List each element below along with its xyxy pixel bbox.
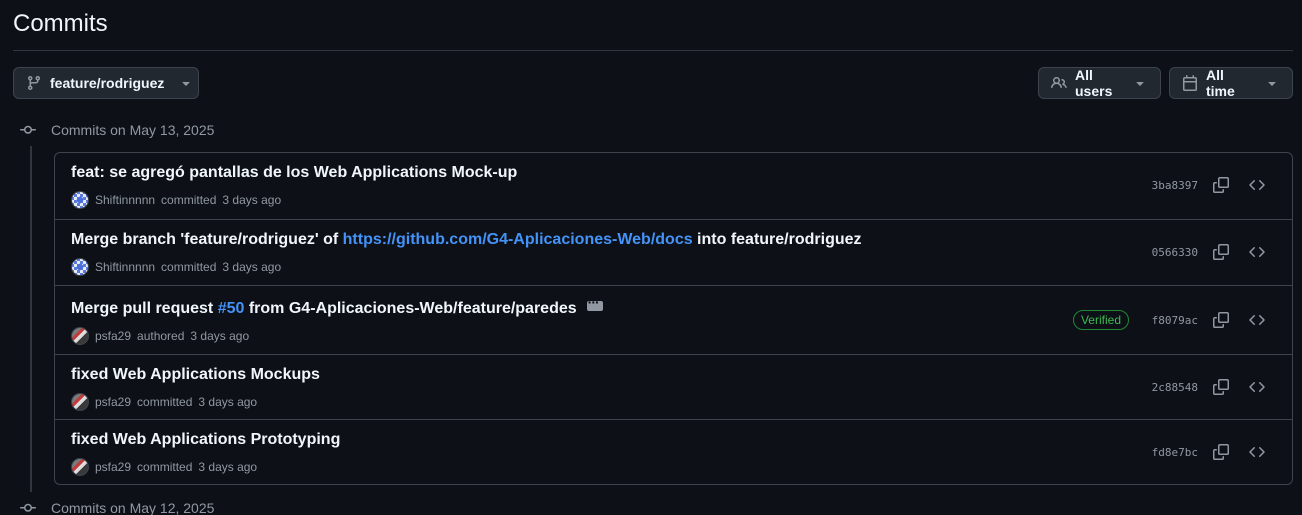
copy-icon bbox=[1213, 379, 1229, 395]
commit-group-header: Commits on May 13, 2025 bbox=[20, 120, 214, 140]
copy-icon bbox=[1213, 312, 1229, 328]
commit-meta: Shiftinnnnn committed 3 days ago bbox=[71, 258, 281, 276]
commit-author[interactable]: Shiftinnnnn bbox=[95, 193, 155, 207]
commit-title-prefix: Merge branch 'feature/rodriguez' of bbox=[71, 231, 343, 248]
browse-repo-button[interactable] bbox=[1245, 240, 1269, 264]
commit-sha[interactable]: fd8e7bc bbox=[1152, 446, 1198, 459]
commit-meta: Shiftinnnnn committed 3 days ago bbox=[71, 191, 281, 209]
copy-icon bbox=[1213, 444, 1229, 460]
commit-title-suffix: into feature/rodriguez bbox=[692, 231, 862, 248]
commit-author[interactable]: psfa29 bbox=[95, 460, 131, 474]
avatar[interactable] bbox=[71, 191, 89, 209]
commit-sha[interactable]: 3ba8397 bbox=[1152, 179, 1198, 192]
commit-author[interactable]: psfa29 bbox=[95, 329, 131, 343]
commit-time: 3 days ago bbox=[222, 193, 282, 207]
browse-repo-button[interactable] bbox=[1245, 375, 1269, 399]
commit-title[interactable]: Merge pull request #50 from G4-Aplicacio… bbox=[71, 294, 603, 318]
commit-author[interactable]: psfa29 bbox=[95, 395, 131, 409]
commit-time: 3 days ago bbox=[190, 329, 250, 343]
commit-sha[interactable]: 2c88548 bbox=[1152, 381, 1198, 394]
title-divider bbox=[13, 50, 1293, 51]
copy-icon bbox=[1213, 244, 1229, 260]
browse-repo-button[interactable] bbox=[1245, 308, 1269, 332]
commit-row[interactable]: Merge branch 'feature/rodriguez' of http… bbox=[55, 219, 1292, 285]
copy-sha-button[interactable] bbox=[1209, 173, 1233, 197]
timeline-line bbox=[30, 146, 32, 492]
commit-title[interactable]: fixed Web Applications Prototyping bbox=[71, 431, 340, 449]
git-branch-icon bbox=[27, 76, 40, 91]
code-icon bbox=[1249, 314, 1265, 326]
verified-badge[interactable]: Verified bbox=[1072, 310, 1129, 330]
commit-group-header: Commits on May 12, 2025 bbox=[20, 498, 214, 515]
commit-row[interactable]: fixed Web Applications Prototyping psfa2… bbox=[55, 419, 1292, 484]
branch-selector-label: feature/rodriguez bbox=[50, 75, 165, 91]
commit-sha[interactable]: f8079ac bbox=[1152, 314, 1198, 327]
commit-time: 3 days ago bbox=[198, 460, 258, 474]
triangle-down-icon bbox=[1268, 82, 1276, 86]
commit-meta: psfa29 committed 3 days ago bbox=[71, 393, 257, 411]
commit-title-link[interactable]: #50 bbox=[218, 300, 245, 318]
expand-message-button[interactable] bbox=[586, 294, 603, 311]
commit-action: committed bbox=[137, 395, 193, 409]
copy-sha-button[interactable] bbox=[1209, 375, 1233, 399]
copy-sha-button[interactable] bbox=[1209, 308, 1233, 332]
triangle-down-icon bbox=[182, 82, 191, 86]
time-filter-button[interactable]: All time bbox=[1169, 67, 1293, 99]
page-title: Commits bbox=[13, 10, 108, 37]
commit-title[interactable]: fixed Web Applications Mockups bbox=[71, 366, 320, 384]
git-commit-icon bbox=[20, 125, 36, 134]
commit-title[interactable]: feat: se agregó pantallas de los Web App… bbox=[71, 164, 517, 182]
code-icon bbox=[1249, 179, 1265, 191]
avatar[interactable] bbox=[71, 327, 89, 345]
commit-action: committed bbox=[161, 193, 217, 207]
users-filter-button[interactable]: All users bbox=[1038, 67, 1161, 99]
copy-sha-button[interactable] bbox=[1209, 240, 1233, 264]
copy-icon bbox=[1213, 177, 1229, 193]
commit-row[interactable]: Merge pull request #50 from G4-Aplicacio… bbox=[55, 285, 1292, 354]
commit-list: feat: se agregó pantallas de los Web App… bbox=[54, 152, 1293, 485]
code-icon bbox=[1249, 381, 1265, 393]
calendar-icon bbox=[1183, 75, 1197, 91]
avatar[interactable] bbox=[71, 393, 89, 411]
triangle-down-icon bbox=[1136, 82, 1144, 86]
commit-time: 3 days ago bbox=[222, 260, 282, 274]
commit-meta: psfa29 committed 3 days ago bbox=[71, 458, 257, 476]
commit-group-label: Commits on May 12, 2025 bbox=[51, 500, 215, 515]
people-icon bbox=[1051, 76, 1067, 89]
commit-row[interactable]: fixed Web Applications Mockups psfa29 co… bbox=[55, 354, 1292, 419]
commit-action: authored bbox=[137, 329, 185, 343]
time-filter-label: All time bbox=[1206, 67, 1235, 99]
browse-repo-button[interactable] bbox=[1245, 173, 1269, 197]
users-filter-label: All users bbox=[1075, 67, 1113, 99]
avatar[interactable] bbox=[71, 258, 89, 276]
code-icon bbox=[1249, 246, 1265, 258]
commit-group-label: Commits on May 13, 2025 bbox=[51, 122, 215, 138]
avatar[interactable] bbox=[71, 458, 89, 476]
commit-author[interactable]: Shiftinnnnn bbox=[95, 260, 155, 274]
commit-action: committed bbox=[137, 460, 193, 474]
commit-row[interactable]: feat: se agregó pantallas de los Web App… bbox=[55, 153, 1292, 219]
commit-title-prefix: Merge pull request bbox=[71, 300, 218, 317]
code-icon bbox=[1249, 446, 1265, 458]
commit-title[interactable]: Merge branch 'feature/rodriguez' of http… bbox=[71, 231, 862, 249]
copy-sha-button[interactable] bbox=[1209, 440, 1233, 464]
browse-repo-button[interactable] bbox=[1245, 440, 1269, 464]
commit-meta: psfa29 authored 3 days ago bbox=[71, 327, 249, 345]
branch-selector-button[interactable]: feature/rodriguez bbox=[13, 67, 199, 99]
commit-sha[interactable]: 0566330 bbox=[1152, 246, 1198, 259]
git-commit-icon bbox=[20, 503, 36, 512]
commit-time: 3 days ago bbox=[198, 395, 258, 409]
commit-title-suffix: from G4-Aplicaciones-Web/feature/paredes bbox=[244, 300, 577, 317]
commit-action: committed bbox=[161, 260, 217, 274]
commit-title-link[interactable]: https://github.com/G4-Aplicaciones-Web/d… bbox=[343, 231, 693, 249]
